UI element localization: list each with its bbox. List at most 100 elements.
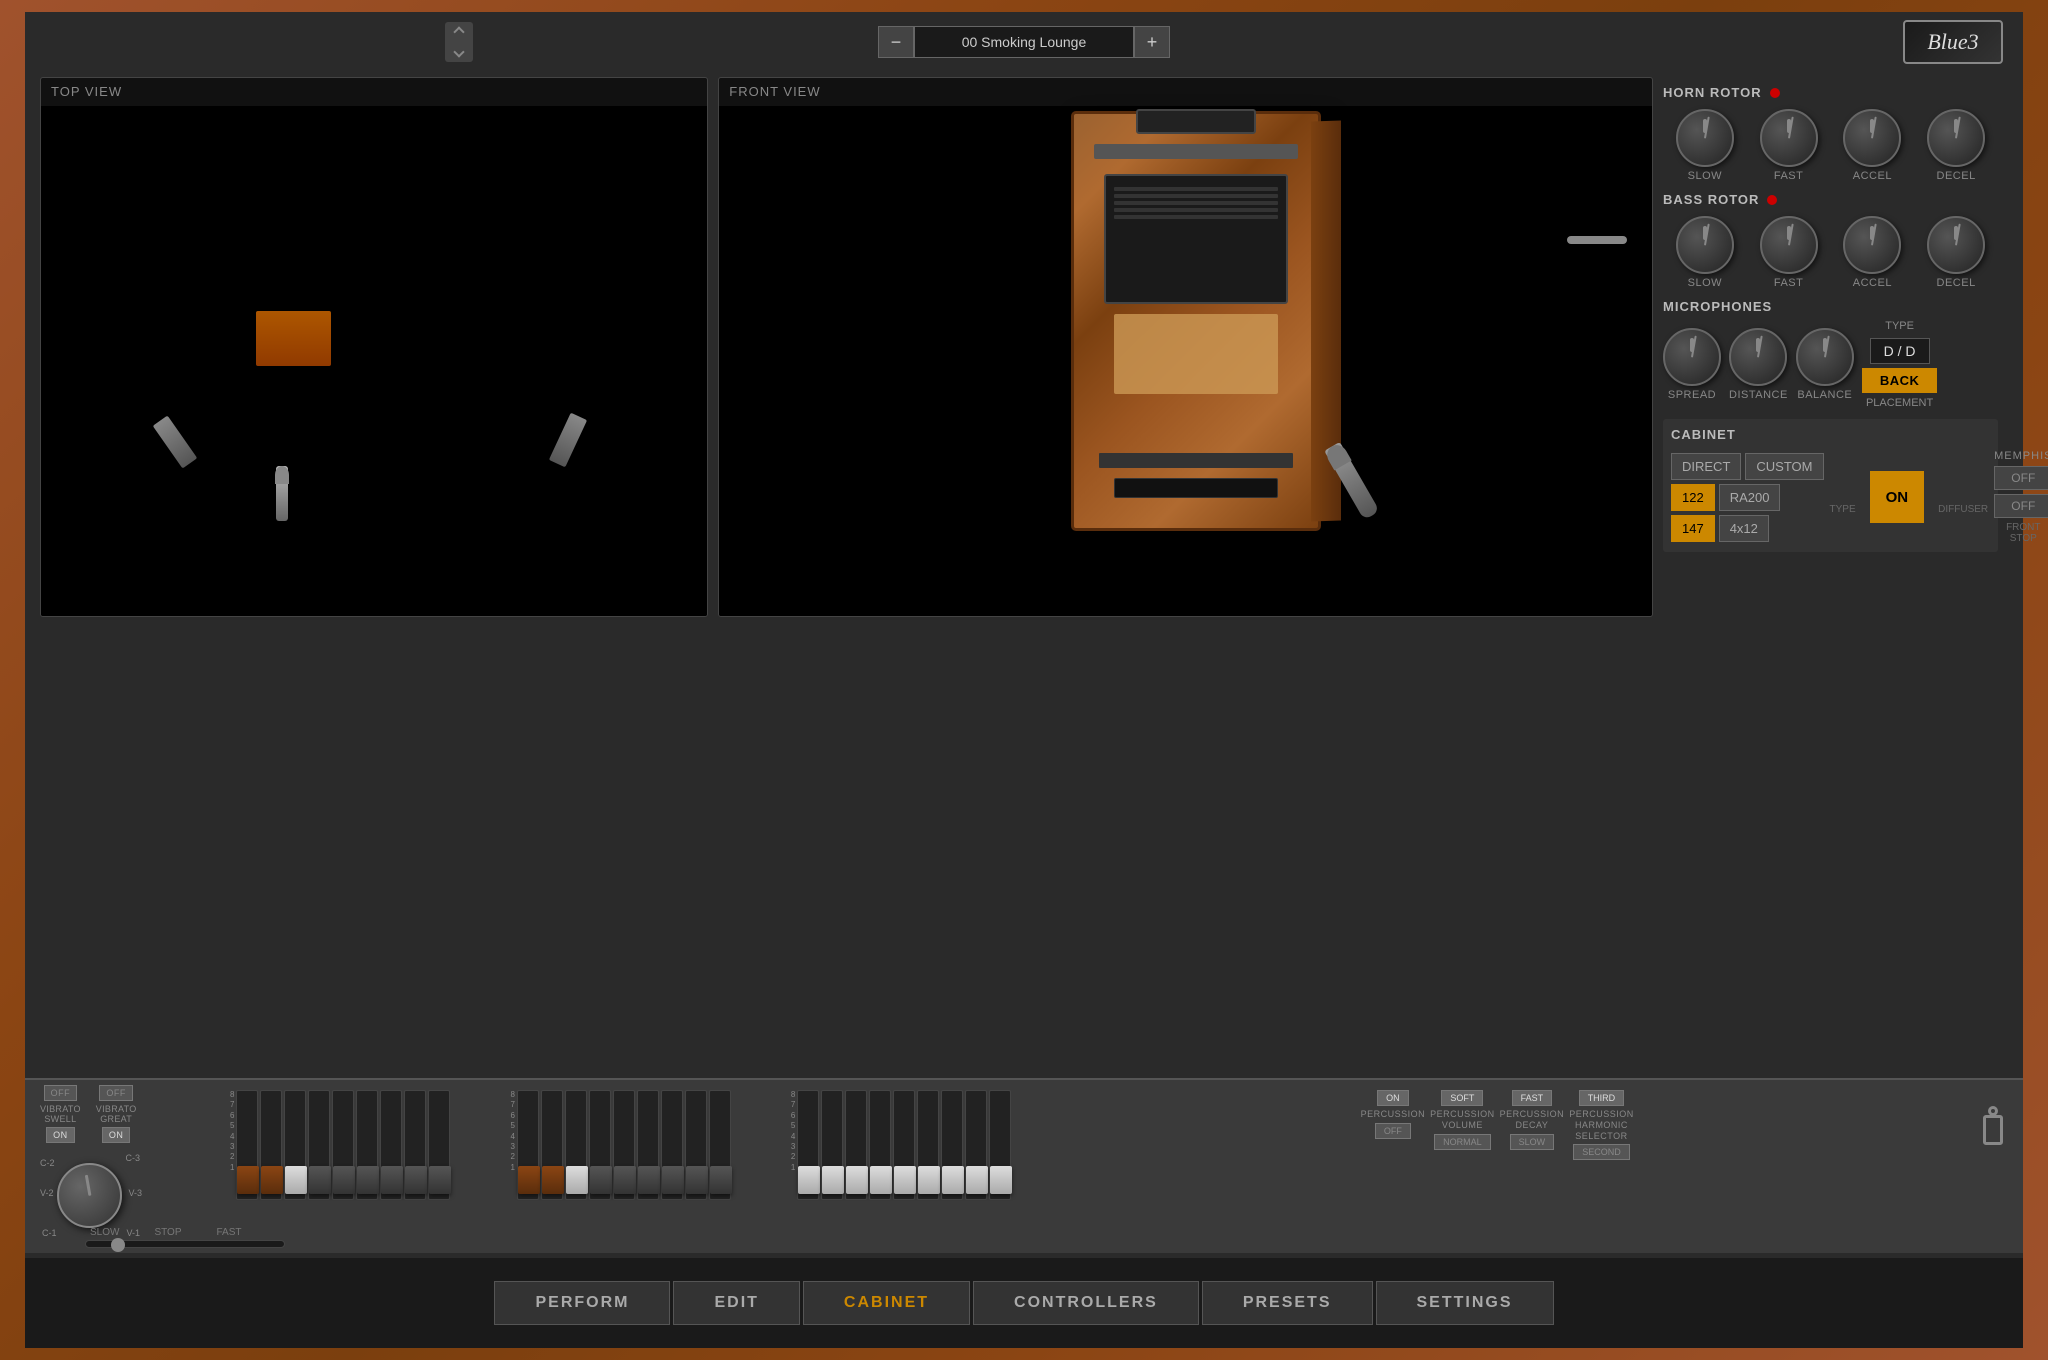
cabinet-section-label: CABINET	[1671, 427, 1990, 442]
speed-handle[interactable]	[111, 1238, 125, 1252]
perc-soft-btn[interactable]: SOFT	[1441, 1090, 1483, 1106]
main-container: − 00 Smoking Lounge + Blue3 TOP VIEW FRO…	[25, 12, 2023, 1348]
type-placement-group: TYPE D / D BACK PLACEMENT	[1862, 320, 1938, 409]
controllers-tab[interactable]: CONTROLLERS	[973, 1281, 1199, 1325]
drawbar-1-2[interactable]	[260, 1090, 282, 1200]
custom-btn[interactable]: CUSTOM	[1745, 453, 1823, 480]
front-stop-label: FRONT STOP	[1994, 522, 2048, 544]
vibrato-great-label: VIBRATO GREAT	[96, 1104, 137, 1124]
drawbar-1-8[interactable]	[404, 1090, 426, 1200]
perc-second-btn[interactable]: SECOND	[1573, 1144, 1630, 1160]
horn-rotor-knobs: SLOW FAST ACCEL DECEL	[1653, 104, 2008, 184]
fast-speed-label: FAST	[217, 1227, 242, 1238]
drawbar-3-3[interactable]	[845, 1090, 867, 1200]
bass-slow-knob[interactable]	[1676, 216, 1734, 274]
drawbar-3-2[interactable]	[821, 1090, 843, 1200]
drawbar-col-2: 87654321	[510, 1090, 514, 1200]
val-ra200-btn[interactable]: RA200	[1719, 484, 1781, 511]
c2-label: C-2	[40, 1158, 55, 1168]
drawbar-2-6[interactable]	[637, 1090, 659, 1200]
preset-minus-btn[interactable]: −	[878, 26, 914, 58]
bass-rotor-knobs: SLOW FAST ACCEL DECEL	[1653, 211, 2008, 291]
drawbar-3-5[interactable]	[893, 1090, 915, 1200]
key-icon[interactable]	[1983, 1115, 2003, 1145]
perc-fast-btn[interactable]: FAST	[1512, 1090, 1553, 1106]
drawbar-2-9[interactable]	[709, 1090, 731, 1200]
presets-tab[interactable]: PRESETS	[1202, 1281, 1373, 1325]
vibrato-swell-switch: OFF VIBRATO SWELL ON	[40, 1085, 81, 1143]
cabinet-bottom-row: 122 RA200	[1671, 484, 1824, 511]
rotary-knob-group: C-2 C-3 C-1 V-1 V-2 V-3	[40, 1153, 140, 1238]
perc-third-btn[interactable]: THIRD	[1579, 1090, 1625, 1106]
vibrato-swell-on-btn[interactable]: ON	[46, 1127, 75, 1143]
cabinet-section: CABINET DIRECT CUSTOM 122 RA200 147 4x12	[1663, 419, 1998, 552]
balance-knob-container: BALANCE	[1796, 328, 1854, 401]
preset-name-display: 00 Smoking Lounge	[914, 26, 1134, 58]
distance-knob[interactable]	[1729, 328, 1787, 386]
drawbar-2-2[interactable]	[541, 1090, 563, 1200]
spread-knob-container: SPREAD	[1663, 328, 1721, 401]
vibrato-section: OFF VIBRATO SWELL ON OFF VIBRATO GREAT O…	[40, 1085, 220, 1238]
spread-knob[interactable]	[1663, 328, 1721, 386]
val-147-btn[interactable]: 147	[1671, 515, 1715, 542]
drawbar-2-7[interactable]	[661, 1090, 683, 1200]
horn-accel-knob[interactable]	[1843, 109, 1901, 167]
perform-tab[interactable]: PERFORM	[494, 1281, 670, 1325]
perc-slow-btn[interactable]: SLOW	[1510, 1134, 1555, 1150]
vibrato-swell-off-btn[interactable]: OFF	[44, 1085, 78, 1101]
perc-on-btn[interactable]: ON	[1377, 1090, 1409, 1106]
drawbar-2-8[interactable]	[685, 1090, 707, 1200]
top-view-canvas	[41, 106, 707, 616]
bass-decel-knob[interactable]	[1927, 216, 1985, 274]
horn-fast-knob[interactable]	[1760, 109, 1818, 167]
vibrato-great-switch: OFF VIBRATO GREAT ON	[96, 1085, 137, 1143]
drawbar-2-1[interactable]	[517, 1090, 539, 1200]
perc-normal-btn[interactable]: NORMAL	[1434, 1134, 1491, 1150]
drawbar-1-3[interactable]	[284, 1090, 306, 1200]
vibrato-great-on-btn[interactable]: ON	[102, 1127, 131, 1143]
val-4x12-btn[interactable]: 4x12	[1719, 515, 1769, 542]
microphones-label: MICROPHONES	[1663, 299, 1772, 314]
balance-knob[interactable]	[1796, 328, 1854, 386]
drawbar-1-4[interactable]	[308, 1090, 330, 1200]
vibrato-chorus-knob[interactable]	[57, 1163, 122, 1228]
speed-labels-row: SLOW STOP FAST	[85, 1227, 285, 1238]
drawbar-1-7[interactable]	[380, 1090, 402, 1200]
memphis-off2-btn[interactable]: OFF	[1994, 494, 2048, 518]
preset-plus-btn[interactable]: +	[1134, 26, 1170, 58]
direct-btn[interactable]: DIRECT	[1671, 453, 1741, 480]
drawbar-2-5[interactable]	[613, 1090, 635, 1200]
edit-tab[interactable]: EDIT	[673, 1281, 799, 1325]
drawbar-3-1[interactable]	[797, 1090, 819, 1200]
vibrato-great-off-btn[interactable]: OFF	[99, 1085, 133, 1101]
val-122-btn[interactable]: 122	[1671, 484, 1715, 511]
drawbar-3-7[interactable]	[941, 1090, 963, 1200]
drawbar-3-6[interactable]	[917, 1090, 939, 1200]
drawbar-1-1[interactable]	[236, 1090, 258, 1200]
drawbar-3-8[interactable]	[965, 1090, 987, 1200]
bass-fast-knob[interactable]	[1760, 216, 1818, 274]
bass-accel-knob[interactable]	[1843, 216, 1901, 274]
bottom-nav: PERFORM EDIT CABINET CONTROLLERS PRESETS…	[25, 1258, 2023, 1348]
drawbar-set-2: 87654321	[510, 1090, 730, 1200]
drawbar-3-9[interactable]	[989, 1090, 1011, 1200]
memphis-off1-btn[interactable]: OFF	[1994, 466, 2048, 490]
cabinet-tab[interactable]: CABINET	[803, 1281, 970, 1325]
drawbar-1-6[interactable]	[356, 1090, 378, 1200]
drawbar-2-4[interactable]	[589, 1090, 611, 1200]
app-logo: Blue3	[1903, 20, 2003, 64]
horn-decel-knob[interactable]	[1927, 109, 1985, 167]
placement-btn[interactable]: BACK	[1862, 368, 1938, 393]
drawbar-3-4[interactable]	[869, 1090, 891, 1200]
diffuser-label-group: DIFFUSER	[1938, 480, 1988, 515]
bass-decel-label: DECEL	[1937, 277, 1976, 289]
drawbar-1-5[interactable]	[332, 1090, 354, 1200]
nav-arrows[interactable]	[445, 22, 473, 62]
settings-tab[interactable]: SETTINGS	[1376, 1281, 1554, 1325]
drawbar-2-3[interactable]	[565, 1090, 587, 1200]
speed-slider[interactable]	[85, 1240, 285, 1248]
on-btn[interactable]: ON	[1870, 471, 1925, 523]
horn-slow-knob[interactable]	[1676, 109, 1734, 167]
perc-off-btn[interactable]: OFF	[1375, 1123, 1411, 1139]
drawbar-1-9[interactable]	[428, 1090, 450, 1200]
